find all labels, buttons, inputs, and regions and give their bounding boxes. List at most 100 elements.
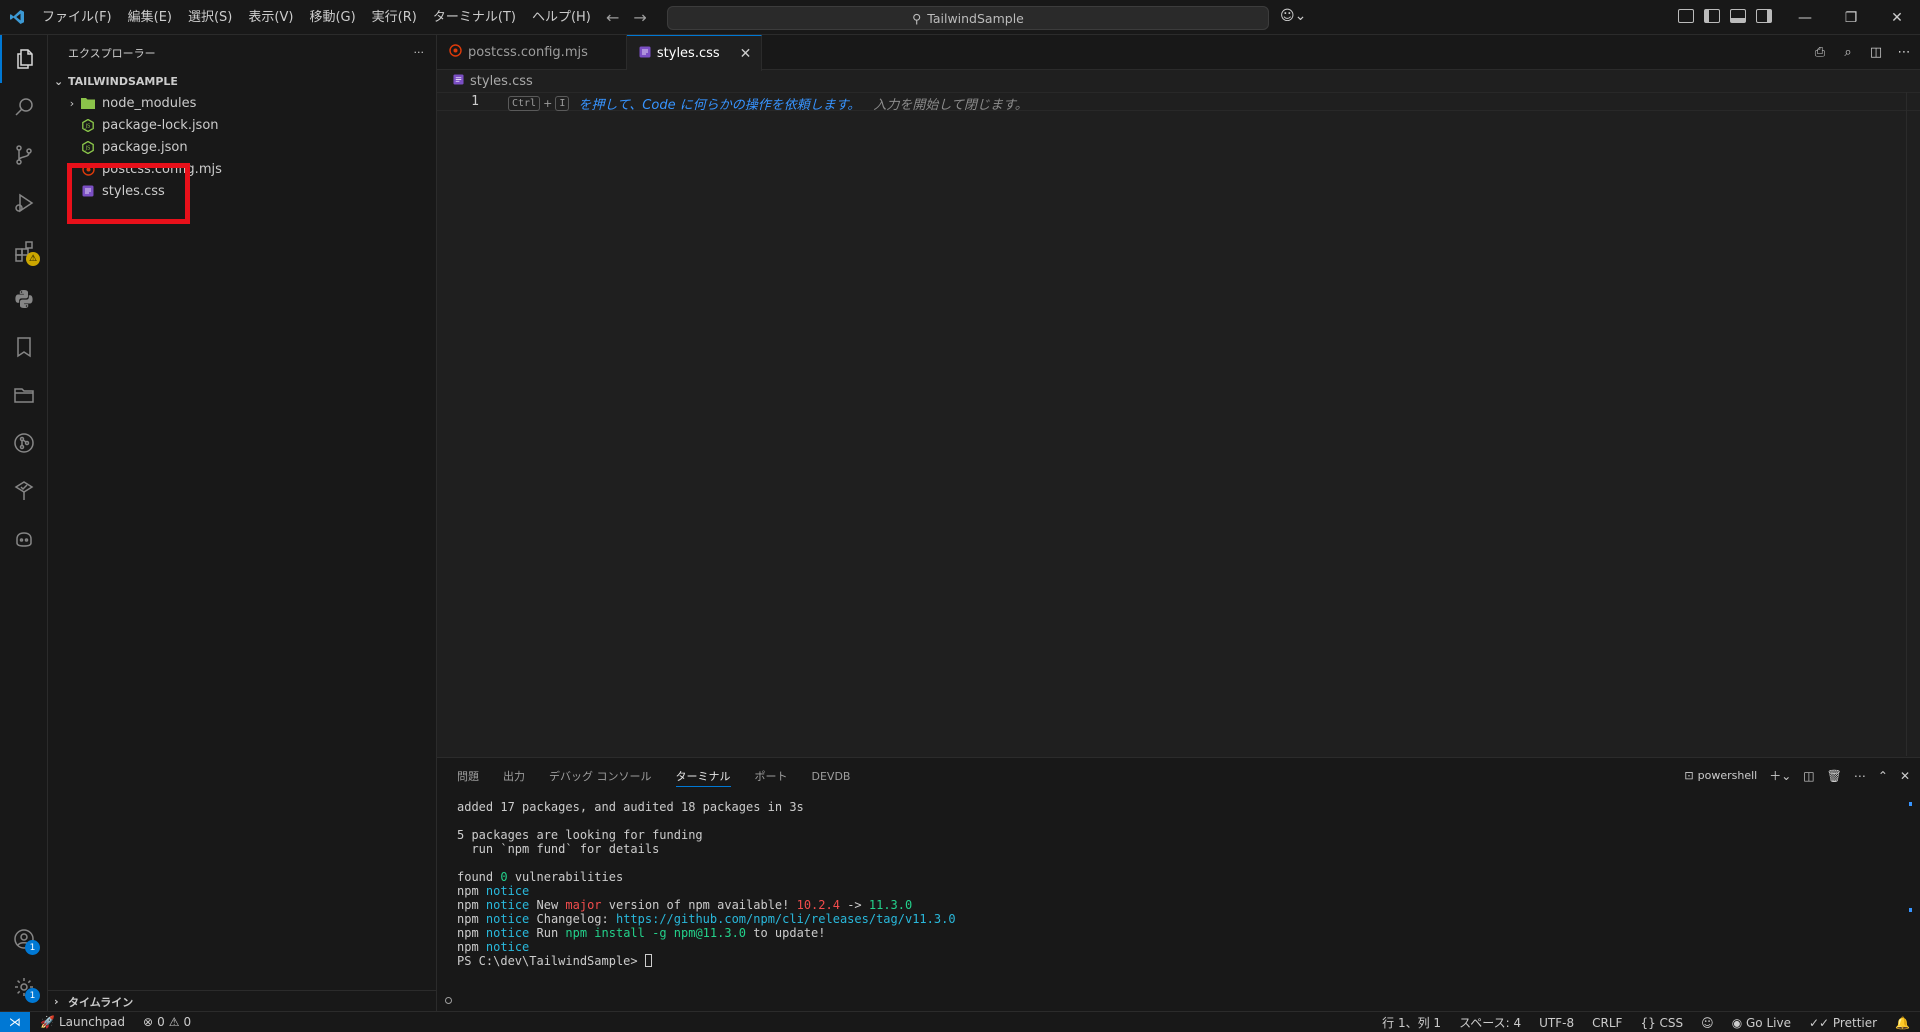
close-panel-icon[interactable]: ✕ bbox=[1900, 769, 1910, 783]
panel-tab-terminal[interactable]: ターミナル bbox=[675, 758, 731, 794]
breadcrumb[interactable]: styles.css bbox=[437, 70, 533, 92]
python-icon[interactable] bbox=[0, 275, 48, 323]
tab-label: styles.css bbox=[656, 46, 720, 61]
command-center-search[interactable]: ⚲ TailwindSample bbox=[667, 6, 1269, 30]
panel-tab-ports[interactable]: ポート bbox=[755, 758, 788, 794]
tree-item-label: package-lock.json bbox=[102, 117, 219, 133]
close-tab-icon[interactable]: ✕ bbox=[740, 46, 752, 62]
terminal-text: -> bbox=[839, 898, 869, 912]
extensions-icon[interactable]: ⚠ bbox=[0, 227, 48, 275]
tree-item-package-json[interactable]: JS package.json bbox=[48, 136, 436, 158]
more-actions-icon[interactable]: ··· bbox=[414, 46, 425, 59]
css-file-icon bbox=[639, 46, 651, 62]
testing-icon[interactable] bbox=[0, 467, 48, 515]
source-control-icon[interactable] bbox=[0, 131, 48, 179]
inline-chat-hint: Ctrl + I を押して、Code に何らかの操作を依頼します。 入力を開始し… bbox=[508, 94, 1028, 113]
terminal-text: version of npm available! bbox=[601, 898, 797, 912]
terminal-scrollbar[interactable] bbox=[1909, 802, 1912, 992]
copilot-icon[interactable]: ☺⌄ bbox=[1280, 8, 1306, 24]
restore-icon[interactable]: ❐ bbox=[1828, 0, 1874, 35]
tab-postcss-config[interactable]: postcss.config.mjs bbox=[437, 35, 627, 70]
menu-run[interactable]: 実行(R) bbox=[364, 0, 425, 35]
go-live-button[interactable]: ◉ Go Live bbox=[1732, 1016, 1791, 1030]
launchpad-label[interactable]: Launchpad bbox=[59, 1015, 125, 1029]
tree-item-package-lock-json[interactable]: JS package-lock.json bbox=[48, 114, 436, 136]
terminal-text: Changelog: bbox=[529, 912, 616, 926]
more-actions-icon[interactable]: ⋯ bbox=[1896, 44, 1912, 60]
toggle-primary-sidebar-icon[interactable] bbox=[1704, 9, 1720, 23]
toggle-panel-icon[interactable] bbox=[1730, 9, 1746, 23]
terminal-command-decoration-icon[interactable] bbox=[445, 997, 452, 1004]
manage-badge: 1 bbox=[25, 988, 40, 1003]
more-actions-icon[interactable]: ⋯ bbox=[1854, 769, 1866, 783]
menu-edit[interactable]: 編集(E) bbox=[120, 0, 180, 35]
maximize-panel-icon[interactable]: ⌃ bbox=[1878, 769, 1888, 783]
prettier-button[interactable]: ✓✓ Prettier bbox=[1809, 1016, 1877, 1030]
terminal-output[interactable]: added 17 packages, and audited 18 packag… bbox=[457, 800, 956, 968]
search-icon[interactable] bbox=[0, 83, 48, 131]
title-bar: ファイル(F) 編集(E) 選択(S) 表示(V) 移動(G) 実行(R) ター… bbox=[0, 0, 1920, 35]
panel-tab-problems[interactable]: 問題 bbox=[457, 758, 479, 794]
new-terminal-icon[interactable]: ＋⌄ bbox=[1769, 767, 1791, 784]
editor-tabs: postcss.config.mjs styles.css ✕ bbox=[437, 35, 1920, 71]
timeline-section[interactable]: › タイムライン bbox=[48, 990, 437, 1012]
copilot-chat-icon[interactable] bbox=[0, 515, 48, 563]
encoding[interactable]: UTF-8 bbox=[1539, 1016, 1574, 1030]
menu-terminal[interactable]: ターミナル(T) bbox=[425, 0, 524, 35]
changelog-link[interactable]: https://github.com/npm/cli/releases/tag/… bbox=[616, 912, 956, 926]
project-manager-icon[interactable] bbox=[0, 371, 48, 419]
panel-tab-output[interactable]: 出力 bbox=[503, 758, 525, 794]
menu-file[interactable]: ファイル(F) bbox=[34, 0, 120, 35]
tab-styles-css[interactable]: styles.css ✕ bbox=[626, 35, 763, 71]
toggle-secondary-sidebar-icon[interactable] bbox=[1756, 9, 1772, 23]
menu-go[interactable]: 移動(G) bbox=[301, 0, 363, 35]
back-arrow-icon[interactable]: ← bbox=[606, 8, 619, 27]
minimize-icon[interactable]: — bbox=[1782, 0, 1828, 35]
tree-item-node-modules[interactable]: › node_modules bbox=[48, 92, 436, 114]
git-graph-icon[interactable] bbox=[0, 419, 48, 467]
kill-terminal-icon[interactable]: 🗑 bbox=[1827, 769, 1842, 783]
explorer-icon[interactable] bbox=[0, 35, 48, 83]
breadcrumb-file[interactable]: styles.css bbox=[470, 74, 533, 89]
copilot-status-icon[interactable]: ☺ bbox=[1701, 1016, 1714, 1030]
panel-tab-devdb[interactable]: DEVDB bbox=[812, 758, 851, 794]
terminal-text: npm bbox=[457, 898, 479, 912]
code-editor[interactable]: 1 Ctrl + I を押して、Code に何らかの操作を依頼します。 入力を開… bbox=[437, 92, 1920, 756]
terminal-version: 11.3.0 bbox=[868, 898, 913, 912]
terminal-line: run `npm fund` for details bbox=[457, 842, 660, 856]
print-icon[interactable]: ⎙ bbox=[1812, 44, 1828, 60]
run-and-debug-icon[interactable] bbox=[0, 179, 48, 227]
split-editor-icon[interactable]: ◫ bbox=[1868, 44, 1884, 60]
error-count[interactable]: 0 bbox=[157, 1015, 165, 1029]
open-preview-icon[interactable]: ⌕ bbox=[1840, 44, 1856, 60]
indentation[interactable]: スペース: 4 bbox=[1459, 1014, 1521, 1031]
bottom-panel: 問題 出力 デバッグ コンソール ターミナル ポート DEVDB ⊡ power… bbox=[437, 757, 1920, 1011]
remote-indicator-icon[interactable]: ⋊ bbox=[0, 1011, 30, 1032]
end-of-line[interactable]: CRLF bbox=[1592, 1016, 1622, 1030]
editor-line[interactable]: 1 Ctrl + I を押して、Code に何らかの操作を依頼します。 入力を開… bbox=[437, 92, 1920, 113]
terminal-shell-selector[interactable]: ⊡ powershell bbox=[1684, 769, 1757, 782]
panel-tab-debug-console[interactable]: デバッグ コンソール bbox=[549, 758, 652, 794]
editor-scrollbar[interactable] bbox=[1906, 92, 1920, 756]
menu-view[interactable]: 表示(V) bbox=[240, 0, 301, 35]
close-window-icon[interactable]: ✕ bbox=[1874, 0, 1920, 35]
bookmarks-icon[interactable] bbox=[0, 323, 48, 371]
terminal-notice: notice bbox=[485, 912, 530, 926]
chevron-right-icon: › bbox=[69, 96, 75, 110]
project-name: TAILWINDSAMPLE bbox=[68, 74, 178, 88]
manage-gear-icon[interactable]: 1 bbox=[0, 963, 48, 1011]
language-mode[interactable]: {} CSS bbox=[1640, 1016, 1683, 1030]
project-folder-header[interactable]: ⌄ TAILWINDSAMPLE bbox=[48, 70, 436, 92]
annotation-highlight-box bbox=[67, 163, 190, 224]
accounts-icon[interactable]: 1 bbox=[0, 915, 48, 963]
forward-arrow-icon[interactable]: → bbox=[633, 8, 646, 27]
cursor-position[interactable]: 行 1、列 1 bbox=[1382, 1014, 1441, 1031]
menu-help[interactable]: ヘルプ(H) bbox=[524, 0, 599, 35]
notifications-bell-icon[interactable]: 🔔 bbox=[1895, 1016, 1910, 1030]
customize-layout-icon[interactable] bbox=[1678, 9, 1694, 23]
go-live-label: Go Live bbox=[1746, 1015, 1791, 1030]
menu-selection[interactable]: 選択(S) bbox=[180, 0, 240, 35]
split-terminal-icon[interactable]: ◫ bbox=[1803, 769, 1814, 783]
warning-count[interactable]: 0 bbox=[183, 1015, 191, 1029]
terminal-notice: notice bbox=[485, 898, 530, 912]
